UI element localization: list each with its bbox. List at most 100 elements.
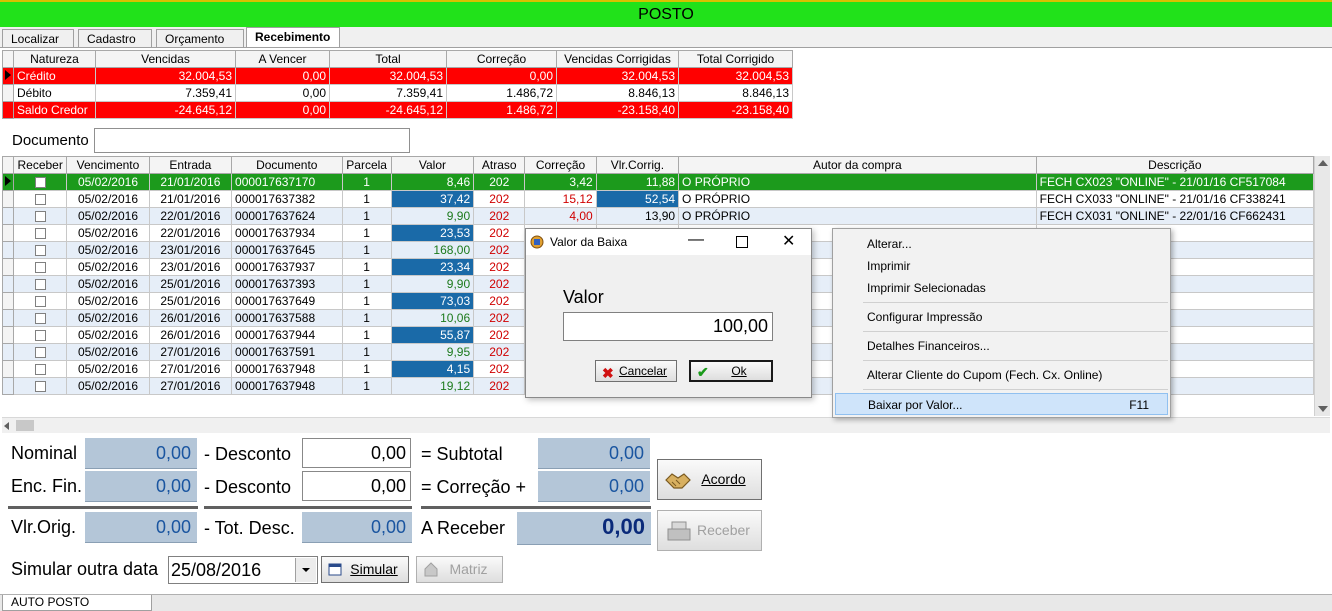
cell-valor: 9,90 [390, 207, 475, 225]
receber-checkbox-cell[interactable] [13, 326, 68, 344]
tab-cadastro[interactable]: Cadastro [78, 29, 152, 48]
receber-checkbox[interactable] [34, 228, 46, 240]
menu-item-alterar-cliente[interactable]: Alterar Cliente do Cupom (Fech. Cx. Onli… [867, 368, 1102, 382]
table-row[interactable]: 05/02/2016 21/01/2016 000017637170 1 8,46 202… [1, 173, 1315, 191]
desconto-input[interactable]: 0,00 [302, 438, 411, 468]
header-valor[interactable]: Valor [390, 156, 475, 174]
header-entrada[interactable]: Entrada [148, 156, 233, 174]
receber-checkbox[interactable] [34, 381, 46, 393]
cell-valor: 9,95 [390, 343, 475, 361]
summary-header-total[interactable]: Total [329, 50, 447, 68]
receber-checkbox[interactable] [34, 313, 46, 325]
receber-button[interactable]: Receber [657, 510, 762, 551]
header-atraso[interactable]: Atraso [473, 156, 526, 174]
summary-cell: 1.486,72 [446, 101, 557, 119]
scroll-left-icon[interactable] [4, 422, 9, 430]
receber-checkbox[interactable] [34, 364, 46, 376]
row-indicator [1, 224, 15, 242]
receber-checkbox[interactable] [34, 245, 46, 257]
tab-localizar[interactable]: Localizar [2, 29, 74, 48]
table-row[interactable]: 05/02/2016 22/01/2016 000017637624 1 9,90 202… [1, 207, 1315, 225]
row-indicator [1, 326, 15, 344]
valor-input[interactable]: 100,00 [563, 312, 773, 341]
ok-button[interactable]: ✔ Ok [689, 360, 773, 382]
receber-checkbox-cell[interactable] [13, 190, 68, 208]
header-receber[interactable]: Receber [13, 156, 68, 174]
scroll-thumb[interactable] [16, 420, 34, 431]
header-autor-da-compra[interactable]: Autor da compra [678, 156, 1037, 174]
menu-item-detalhes-financeiros[interactable]: Detalhes Financeiros... [867, 339, 990, 353]
menu-item-imprimir[interactable]: Imprimir [867, 259, 910, 273]
cell-parcela: 1 [341, 292, 392, 310]
summary-header-vencidas-corrigidas[interactable]: Vencidas Corrigidas [556, 50, 679, 68]
receber-checkbox-cell[interactable] [13, 258, 68, 276]
tab-recebimento[interactable]: Recebimento [246, 27, 340, 48]
header-vlr-corrig[interactable]: Vlr.Corrig. [595, 156, 680, 174]
maximize-icon[interactable] [736, 236, 748, 248]
receber-checkbox[interactable] [34, 347, 46, 359]
vertical-scrollbar[interactable] [1314, 156, 1330, 416]
scroll-down-icon[interactable] [1318, 406, 1328, 412]
receber-checkbox-cell[interactable] [13, 292, 68, 310]
summary-row-saldo-credor[interactable]: Saldo Credor -24.645,12 0,00 -24.645,12 … [2, 101, 793, 119]
summary-header-vencidas[interactable]: Vencidas [95, 50, 236, 68]
receber-checkbox-cell[interactable] [13, 173, 68, 191]
summary-row-credito[interactable]: Crédito 32.004,53 0,00 32.004,53 0,00 32… [2, 67, 793, 85]
cell-atraso: 202 [473, 377, 526, 395]
receber-checkbox-cell[interactable] [13, 207, 68, 225]
menu-item-configurar-impressao[interactable]: Configurar Impressão [867, 310, 982, 324]
menu-item-alterar[interactable]: Alterar... [867, 237, 912, 251]
menu-separator [863, 389, 1168, 390]
simular-button[interactable]: Simular [321, 556, 409, 583]
cancel-label: Cancelar [618, 364, 668, 378]
summary-header-total-corrigido[interactable]: Total Corrigido [678, 50, 793, 68]
matriz-button[interactable]: Matriz [416, 556, 503, 583]
receber-checkbox-cell[interactable] [13, 309, 68, 327]
header-correcao[interactable]: Correção [524, 156, 597, 174]
receber-checkbox[interactable] [34, 279, 46, 291]
cell-atraso: 202 [473, 190, 526, 208]
documento-input[interactable] [94, 128, 410, 153]
receber-checkbox-cell[interactable] [13, 241, 68, 259]
header-parcela[interactable]: Parcela [341, 156, 392, 174]
tab-orcamento[interactable]: Orçamento [156, 29, 244, 48]
horizontal-scrollbar[interactable] [2, 417, 1330, 433]
summary-header-a-vencer[interactable]: A Vencer [235, 50, 330, 68]
receber-checkbox[interactable] [34, 194, 46, 206]
correcao-value: 0,00 [538, 471, 650, 502]
summary-row-debito[interactable]: Débito 7.359,41 0,00 7.359,41 1.486,72 8… [2, 84, 793, 102]
header-documento[interactable]: Documento [231, 156, 343, 174]
cell-vencimento: 05/02/2016 [66, 241, 150, 259]
receber-checkbox-cell[interactable] [13, 377, 68, 395]
cell-valor: 4,15 [390, 360, 475, 378]
menu-item-baixar-por-valor[interactable]: Baixar por Valor... F11 [835, 393, 1168, 415]
status-tab-auto-posto[interactable]: AUTO POSTO [2, 595, 152, 611]
scroll-up-icon[interactable] [1318, 160, 1328, 166]
cell-vencimento: 05/02/2016 [66, 258, 150, 276]
receber-checkbox[interactable] [34, 177, 46, 189]
desconto-enc-input[interactable]: 0,00 [302, 471, 411, 501]
receber-checkbox[interactable] [34, 262, 46, 274]
receber-checkbox-cell[interactable] [13, 224, 68, 242]
header-descricao[interactable]: Descrição [1035, 156, 1315, 174]
cancel-button[interactable]: ✖ Cancelar [595, 360, 677, 382]
table-row[interactable]: 05/02/2016 21/01/2016 000017637382 1 37,42 20… [1, 190, 1315, 208]
summary-cell: 0,00 [235, 84, 330, 102]
receber-checkbox[interactable] [34, 330, 46, 342]
header-vencimento[interactable]: Vencimento [66, 156, 150, 174]
receber-checkbox-cell[interactable] [13, 360, 68, 378]
summary-cell: 7.359,41 [329, 84, 447, 102]
summary-header-natureza[interactable]: Natureza [13, 50, 96, 68]
close-icon[interactable]: ✕ [782, 231, 795, 251]
simular-date-picker[interactable]: 25/08/2016 [168, 556, 318, 584]
summary-header-correcao[interactable]: Correção [446, 50, 557, 68]
receber-checkbox-cell[interactable] [13, 343, 68, 361]
menu-item-imprimir-selecionadas[interactable]: Imprimir Selecionadas [867, 281, 986, 295]
minimize-icon[interactable]: — [688, 231, 704, 249]
receber-checkbox[interactable] [34, 296, 46, 308]
acordo-button[interactable]: Acordo [657, 459, 762, 500]
date-dropdown-button[interactable] [295, 558, 316, 582]
tot-desc-label: - Tot. Desc. [204, 518, 295, 538]
receber-checkbox[interactable] [34, 211, 46, 223]
receber-checkbox-cell[interactable] [13, 275, 68, 293]
